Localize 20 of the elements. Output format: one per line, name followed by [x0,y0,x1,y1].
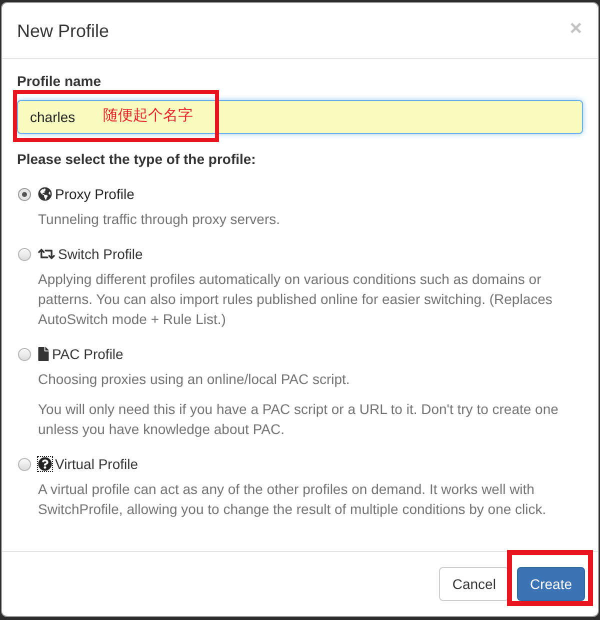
dialog-title: New Profile [17,20,110,40]
profile-description: A virtual profile can act as any of the other profiles on demand. It works well with SwitchProfile, allowing you to change the result of multiple conditions by one click. [38,480,548,519]
cancel-button[interactable]: Cancel [439,567,509,601]
create-button[interactable]: Create [516,567,585,601]
field-value: charles [30,108,76,126]
profile-description: Tunneling traffic through proxy servers. [38,210,282,229]
section-heading: Please select the type of the profile: [17,150,256,169]
profile-description: You will only need this if you have a PAC script or a URL to it. Don't try to create one unless you have knowledge about PAC. [38,400,560,439]
radio-button[interactable] [18,348,31,360]
profile-type-label[interactable]: Proxy Profile [55,184,134,204]
profile-type-label[interactable]: PAC Profile [52,344,124,364]
radio-button[interactable] [18,248,31,260]
annotation-text: 随便起个名字 [103,106,193,126]
radio-button[interactable] [18,188,31,200]
field-label: Profile name [17,73,102,89]
profile-type-label[interactable]: Virtual Profile [55,454,138,474]
profile-type-label[interactable]: Switch Profile [58,244,143,264]
profile-description: Choosing proxies using an online/local PAC script. [38,370,351,389]
profile-description: Applying different profiles automatically on various conditions such as domains or patterns. You can also import rules published online for easier switching. (Replaces AutoSwitch mode + Rule List.) [38,270,554,329]
radio-button[interactable] [18,458,31,470]
